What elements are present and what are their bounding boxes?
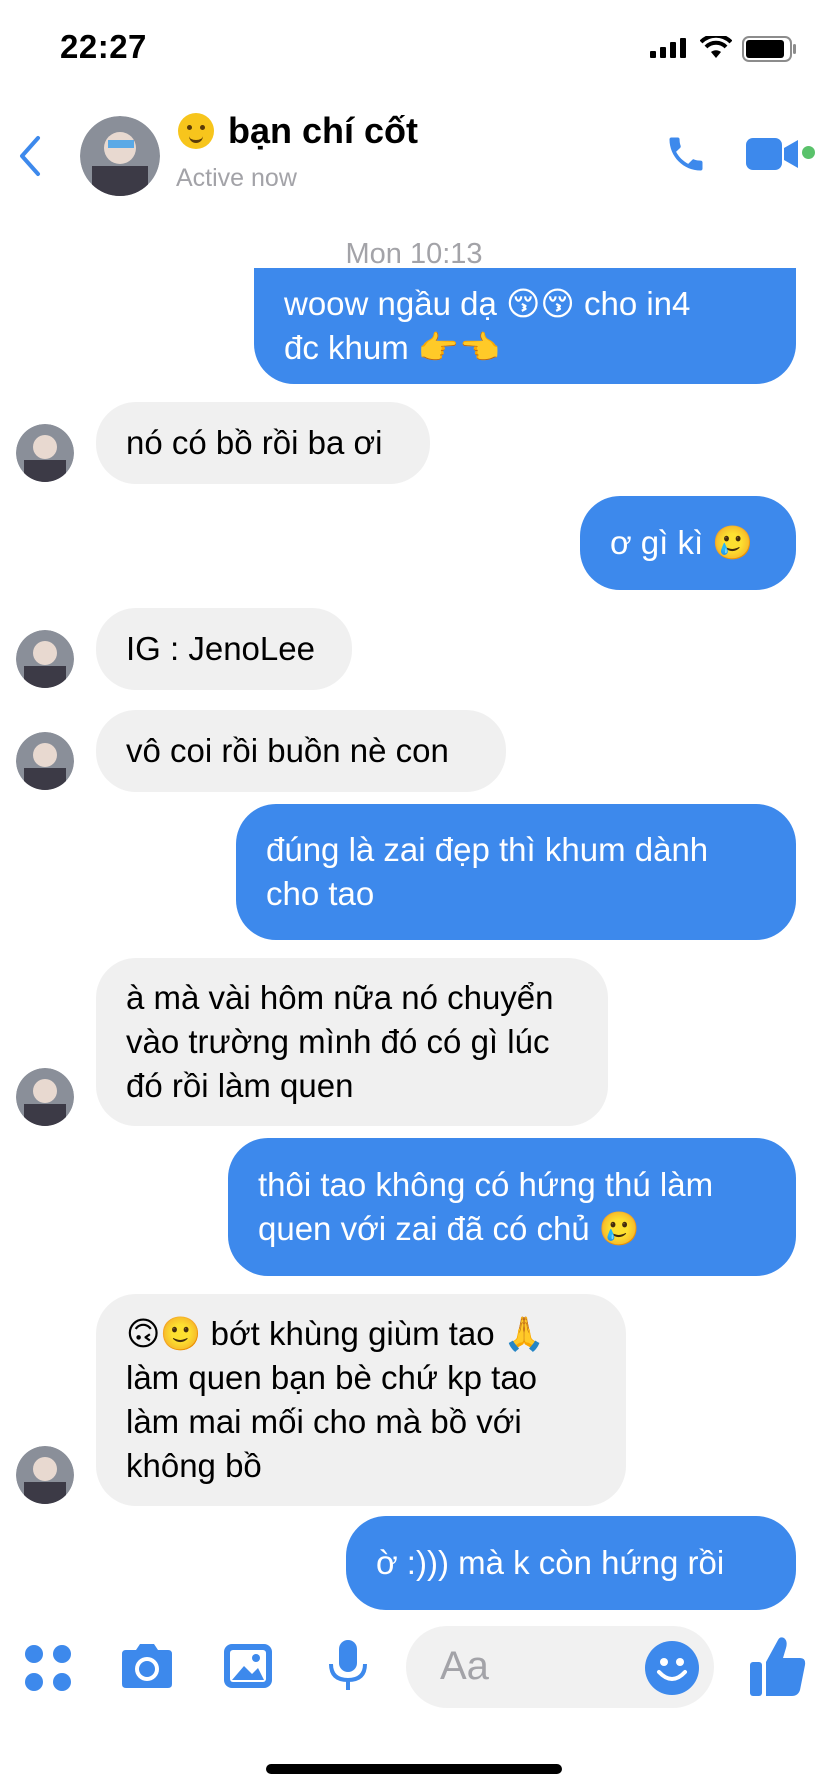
wifi-icon — [700, 36, 732, 58]
message-line: đó rồi làm quen — [126, 1067, 354, 1104]
message-line: vào trường mình đó có gì lúc — [126, 1023, 550, 1060]
message-line: ờ :))) mà k còn hứng rồi — [376, 1544, 725, 1581]
message-bubble-outgoing[interactable]: thôi tao không có hứng thú làm quen với … — [228, 1138, 796, 1276]
photo-gallery-icon[interactable] — [222, 1640, 274, 1692]
sender-avatar[interactable] — [16, 424, 74, 482]
message-input-placeholder: Aa — [440, 1644, 489, 1688]
online-indicator — [802, 146, 815, 159]
battery-icon — [742, 36, 796, 62]
message-line: cho tao — [266, 875, 375, 912]
message-line: 🙃🙂 bớt khùng giùm tao 🙏 — [126, 1315, 545, 1352]
message-bubble-incoming[interactable]: à mà vài hôm nữa nó chuyển vào trường mì… — [96, 958, 608, 1126]
microphone-icon[interactable] — [326, 1638, 370, 1694]
sender-avatar[interactable] — [16, 732, 74, 790]
more-apps-icon[interactable] — [24, 1644, 72, 1692]
message-bubble-outgoing[interactable]: đúng là zai đẹp thì khum dành cho tao — [236, 804, 796, 940]
message-line: làm quen bạn bè chứ kp tao — [126, 1359, 538, 1396]
video-call-icon[interactable] — [746, 136, 802, 172]
sender-avatar[interactable] — [16, 630, 74, 688]
contact-name-text: bạn chí cốt — [228, 110, 419, 151]
message-bubble-outgoing[interactable]: ờ :))) mà k còn hứng rồi — [346, 1516, 796, 1610]
smirk-emoji-icon — [178, 113, 214, 149]
message-line: vô coi rồi buồn nè con — [126, 732, 449, 769]
back-chevron-icon[interactable] — [16, 134, 42, 178]
message-bubble-incoming[interactable]: nó có bồ rồi ba ơi — [96, 402, 430, 484]
thumbs-up-like-icon[interactable] — [748, 1634, 808, 1698]
message-line: ơ gì kì 🥲 — [610, 524, 754, 561]
camera-icon[interactable] — [118, 1640, 176, 1692]
message-line: nó có bồ rồi ba ơi — [126, 424, 383, 461]
message-bubble-incoming[interactable]: vô coi rồi buồn nè con — [96, 710, 506, 792]
message-line: IG : JenoLee — [126, 630, 315, 667]
status-time: 22:27 — [60, 28, 147, 65]
contact-avatar[interactable] — [80, 116, 160, 196]
message-bubble-incoming[interactable]: IG : JenoLee — [96, 608, 352, 690]
message-bubble-outgoing[interactable]: ơ gì kì 🥲 — [580, 496, 796, 590]
message-line: à mà vài hôm nữa nó chuyển — [126, 979, 554, 1016]
sender-avatar[interactable] — [16, 1068, 74, 1126]
active-status: Active now — [176, 164, 297, 192]
message-line: làm mai mối cho mà bồ với — [126, 1403, 522, 1440]
message-timestamp: Mon 10:13 — [345, 238, 483, 270]
message-line: đúng là zai đẹp thì khum dành — [266, 831, 709, 868]
phone-call-icon[interactable] — [664, 132, 708, 176]
message-line: không bồ — [126, 1447, 262, 1484]
message-line: thôi tao không có hứng thú làm — [258, 1166, 714, 1203]
message-line: woow ngầu dạ 😚😚 cho in4 — [284, 285, 691, 322]
emoji-smiley-icon[interactable] — [644, 1640, 700, 1696]
message-bubble-incoming[interactable]: 🙃🙂 bớt khùng giùm tao 🙏 làm quen bạn bè … — [96, 1294, 626, 1506]
message-line: quen với zai đã có chủ 🥲 — [258, 1210, 640, 1247]
home-indicator — [266, 1764, 562, 1774]
message-bubble-outgoing[interactable]: woow ngầu dạ 😚😚 cho in4 đc khum 👉👈 — [254, 268, 796, 384]
cellular-signal-icon — [650, 38, 686, 58]
sender-avatar[interactable] — [16, 1446, 74, 1504]
contact-name[interactable]: bạn chí cốt — [176, 110, 418, 152]
message-line: đc khum 👉👈 — [284, 329, 501, 366]
